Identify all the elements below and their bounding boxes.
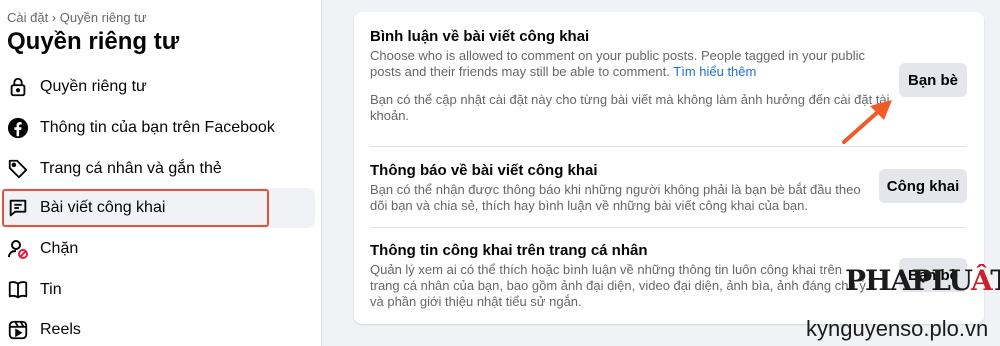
section-description: Bạn có thể nhận được thông báo khi những… — [370, 182, 861, 213]
sidebar-item-public-posts[interactable]: Bài viết công khai — [2, 188, 315, 228]
sidebar-item-label: Tin — [40, 281, 62, 298]
watermark-logo-main: PHAPLU — [845, 264, 972, 297]
section-title: Bình luận về bài viết công khai — [370, 28, 590, 45]
divider — [370, 227, 966, 228]
section-description-text: Choose who is allowed to comment on your… — [370, 48, 866, 79]
stories-icon — [6, 278, 30, 302]
divider — [370, 146, 966, 147]
section-title: Thông tin công khai trên trang cá nhân — [370, 242, 648, 259]
public-posts-icon — [6, 196, 30, 220]
comments-audience-button[interactable]: Bạn bè — [899, 63, 967, 97]
sidebar-item-your-info[interactable]: Thông tin của bạn trên Facebook — [2, 108, 315, 148]
sidebar-item-label: Bài viết công khai — [40, 199, 166, 216]
sidebar-item-label: Trang cá nhân và gắn thẻ — [40, 160, 222, 177]
sidebar-item-label: Thông tin của bạn trên Facebook — [40, 119, 275, 136]
section-description: Quản lý xem ai có thể thích hoặc bình lu… — [370, 262, 866, 309]
watermark-url: kynguyenso.plo.vn — [806, 316, 989, 341]
sidebar-item-label: Chặn — [40, 240, 79, 257]
section-note: Bạn có thể cập nhật cài đặt này cho từng… — [370, 92, 890, 123]
watermark-logo-end: T — [990, 264, 1000, 297]
sidebar-item-stories[interactable]: Tin — [2, 270, 315, 310]
sidebar-item-privacy[interactable]: Quyền riêng tư — [2, 67, 315, 107]
section-title: Thông báo về bài viết công khai — [370, 162, 598, 179]
sidebar-item-label: Quyền riêng tư — [40, 78, 147, 95]
reels-icon — [6, 318, 30, 342]
lock-icon — [6, 75, 30, 99]
facebook-icon — [6, 116, 30, 140]
breadcrumb[interactable]: Cài đặt › Quyền riêng tư — [7, 10, 147, 25]
sidebar-item-reels[interactable]: Reels — [2, 310, 315, 346]
arrow-annotation-icon — [842, 100, 892, 144]
learn-more-link[interactable]: Tìm hiểu thêm — [673, 64, 756, 79]
watermark-logo: PHAPLUÂT — [845, 264, 1000, 297]
block-user-icon — [6, 237, 30, 261]
section-notifications: Thông báo về bài viết công khai Bạn có t… — [370, 162, 966, 214]
sidebar-item-profile-tagging[interactable]: Trang cá nhân và gắn thẻ — [2, 149, 315, 189]
tag-icon — [6, 157, 30, 181]
section-description: Choose who is allowed to comment on your… — [370, 48, 882, 80]
sidebar-item-blocking[interactable]: Chặn — [2, 229, 315, 269]
notifications-audience-button[interactable]: Công khai — [879, 169, 967, 203]
watermark-logo-accent: Â — [971, 264, 991, 297]
sidebar-item-label: Reels — [40, 321, 81, 338]
page-title: Quyền riêng tư — [7, 28, 180, 55]
settings-sidebar: Cài đặt › Quyền riêng tư Quyền riêng tư … — [0, 0, 322, 346]
